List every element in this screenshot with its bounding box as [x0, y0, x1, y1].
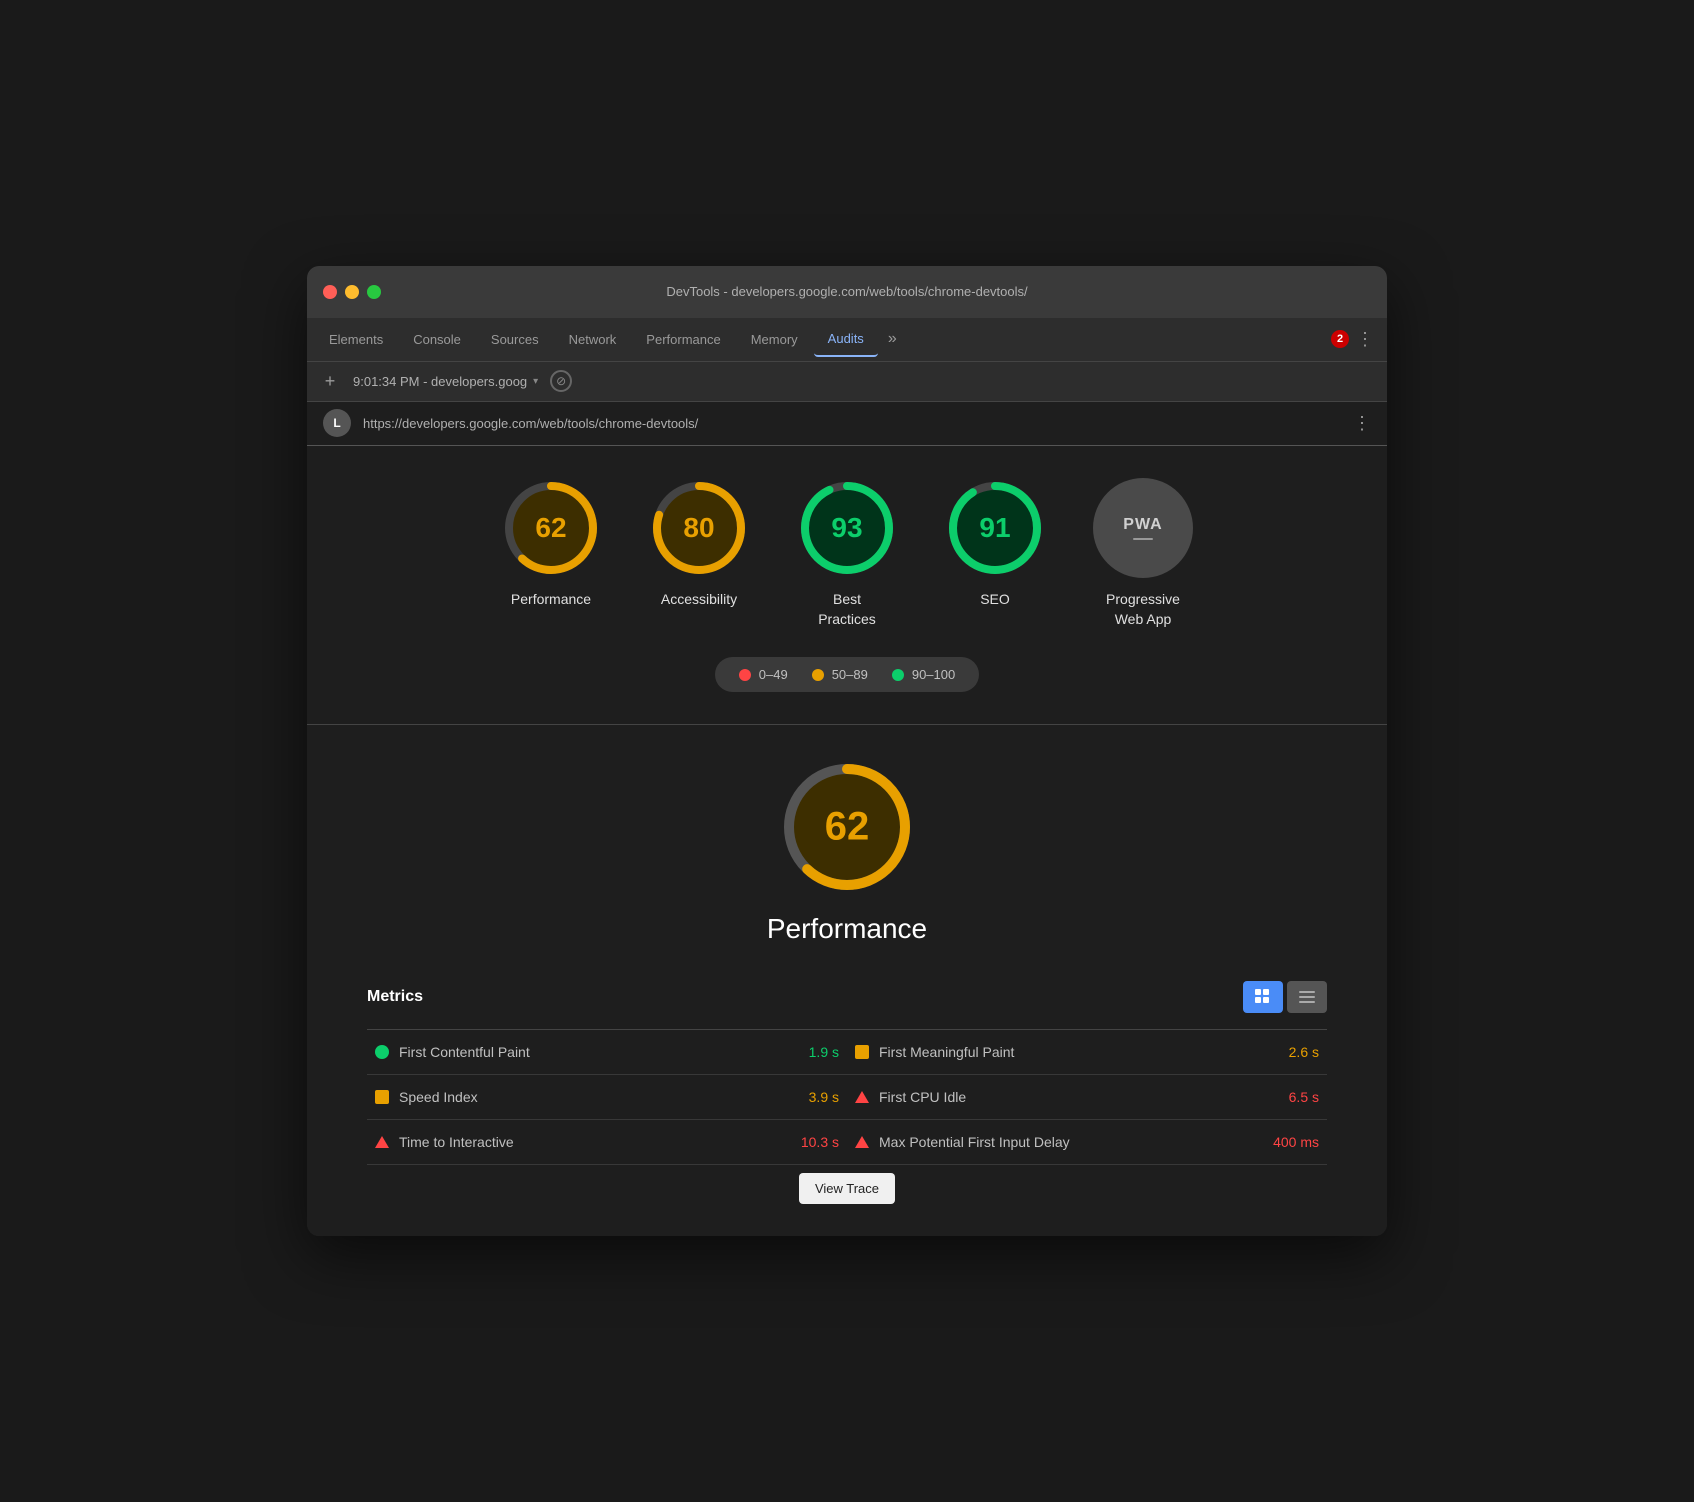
metric-speed-index: Speed Index 3.9 s	[367, 1075, 847, 1120]
metrics-section: Metrics	[367, 981, 1327, 1165]
gauge-circle-performance: 62	[501, 478, 601, 578]
address-bar: + 9:01:34 PM - developers.goog ▾ ⊘	[307, 362, 1387, 402]
metrics-section-title: Metrics	[367, 988, 423, 1006]
legend-dot-green	[892, 669, 904, 681]
stop-recording-icon: ⊘	[550, 370, 572, 392]
gauge-value-accessibility: 80	[683, 512, 714, 544]
tab-elements[interactable]: Elements	[315, 321, 397, 357]
gauge-label-accessibility: Accessibility	[661, 590, 737, 610]
big-score-value: 62	[825, 805, 870, 850]
error-count-badge: 2	[1331, 330, 1349, 348]
metric-icon-orange-square	[855, 1045, 869, 1059]
metric-icon-green-circle	[375, 1045, 389, 1059]
gauge-performance[interactable]: 62 Performance	[501, 478, 601, 610]
dropdown-arrow-icon[interactable]: ▾	[533, 376, 538, 387]
metric-icon-red-triangle-3	[855, 1136, 869, 1148]
legend-item-orange: 50–89	[812, 667, 868, 682]
list-view-icon	[1298, 988, 1316, 1006]
gauge-label-performance: Performance	[511, 590, 591, 610]
gauge-pwa[interactable]: PWA ProgressiveWeb App	[1093, 478, 1193, 629]
gauge-value-performance: 62	[535, 512, 566, 544]
gauge-best-practices[interactable]: 93 BestPractices	[797, 478, 897, 629]
view-trace-button[interactable]: View Trace	[799, 1173, 895, 1204]
metric-first-meaningful-paint: First Meaningful Paint 2.6 s	[847, 1030, 1327, 1075]
lighthouse-icon: L	[323, 409, 351, 437]
close-button[interactable]	[323, 285, 337, 299]
score-legend: 0–49 50–89 90–100	[367, 657, 1327, 692]
traffic-lights	[323, 285, 381, 299]
gauge-seo[interactable]: 91 SEO	[945, 478, 1045, 610]
new-tab-button[interactable]: +	[319, 370, 341, 392]
legend-inner: 0–49 50–89 90–100	[715, 657, 979, 692]
metrics-list-view-button[interactable]	[1287, 981, 1327, 1013]
tab-memory[interactable]: Memory	[737, 321, 812, 357]
gauge-label-best-practices: BestPractices	[818, 590, 876, 629]
metric-first-contentful-paint: First Contentful Paint 1.9 s	[367, 1030, 847, 1075]
timestamp-display: 9:01:34 PM - developers.goog ▾	[353, 374, 538, 389]
metric-first-cpu-idle: First CPU Idle 6.5 s	[847, 1075, 1327, 1120]
gauge-circle-seo: 91	[945, 478, 1045, 578]
gauge-circle-best-practices: 93	[797, 478, 897, 578]
maximize-button[interactable]	[367, 285, 381, 299]
title-bar: DevTools - developers.google.com/web/too…	[307, 266, 1387, 318]
legend-dot-red	[739, 669, 751, 681]
tab-console[interactable]: Console	[399, 321, 475, 357]
metric-time-to-interactive: Time to Interactive 10.3 s	[367, 1120, 847, 1165]
metric-max-first-input-delay: Max Potential First Input Delay 400 ms	[847, 1120, 1327, 1165]
scores-row: 62 Performance 80 Accessibility	[367, 478, 1327, 629]
big-score-section: 62 Performance	[367, 757, 1327, 945]
section-divider	[307, 724, 1387, 725]
tab-error-indicator: 2	[1331, 330, 1349, 348]
window-title: DevTools - developers.google.com/web/too…	[666, 284, 1027, 299]
tab-more-button[interactable]: »	[880, 321, 905, 357]
url-bar: L https://developers.google.com/web/tool…	[307, 402, 1387, 446]
tab-bar: Elements Console Sources Network Perform…	[307, 318, 1387, 362]
url-kebab-menu[interactable]: ⋮	[1353, 413, 1371, 434]
grid-view-icon	[1254, 988, 1272, 1006]
metrics-grid: First Contentful Paint 1.9 s First Meani…	[367, 1029, 1327, 1165]
metrics-header: Metrics	[367, 981, 1327, 1013]
tab-network[interactable]: Network	[555, 321, 631, 357]
pwa-dash	[1133, 538, 1153, 540]
legend-dot-orange	[812, 669, 824, 681]
url-display: https://developers.google.com/web/tools/…	[363, 416, 1341, 431]
metric-icon-red-triangle	[855, 1091, 869, 1103]
tab-audits[interactable]: Audits	[814, 321, 878, 357]
metrics-grid-view-button[interactable]	[1243, 981, 1283, 1013]
devtools-menu-button[interactable]: ⋮	[1351, 325, 1379, 353]
legend-item-green: 90–100	[892, 667, 955, 682]
gauge-value-best-practices: 93	[831, 512, 862, 544]
metrics-toggle-buttons	[1243, 981, 1327, 1013]
gauge-label-pwa: ProgressiveWeb App	[1106, 590, 1180, 629]
pwa-circle: PWA	[1093, 478, 1193, 578]
gauge-accessibility[interactable]: 80 Accessibility	[649, 478, 749, 610]
bottom-hint: View Trace	[367, 1173, 1327, 1204]
tab-sources[interactable]: Sources	[477, 321, 553, 357]
legend-item-red: 0–49	[739, 667, 788, 682]
pwa-icon-text: PWA	[1123, 516, 1162, 534]
gauge-label-seo: SEO	[980, 590, 1010, 610]
big-score-title: Performance	[767, 913, 927, 945]
browser-window: DevTools - developers.google.com/web/too…	[307, 266, 1387, 1236]
big-gauge-circle: 62	[777, 757, 917, 897]
gauge-value-seo: 91	[979, 512, 1010, 544]
main-content: 62 Performance 80 Accessibility	[307, 446, 1387, 1236]
minimize-button[interactable]	[345, 285, 359, 299]
gauge-circle-accessibility: 80	[649, 478, 749, 578]
metric-icon-red-triangle-2	[375, 1136, 389, 1148]
tab-performance[interactable]: Performance	[632, 321, 734, 357]
metric-icon-orange-square-2	[375, 1090, 389, 1104]
